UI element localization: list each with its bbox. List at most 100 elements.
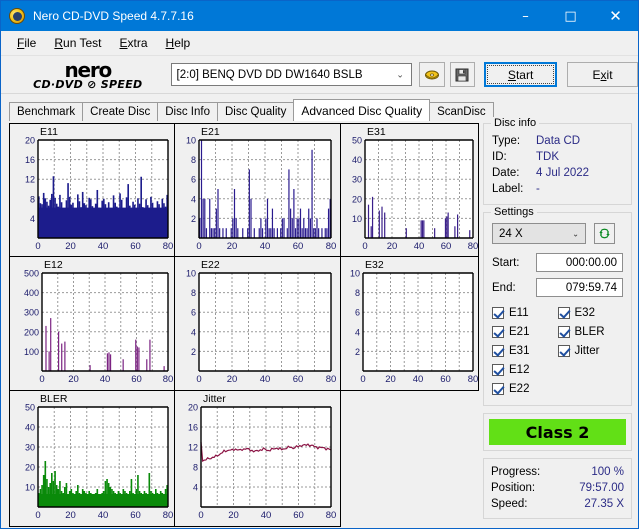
chart-e32: 2 4 6 8 10 0 20 40 60 80 — [350, 269, 478, 386]
checkbox-jitter[interactable]: Jitter — [557, 341, 624, 360]
tab-scandisc[interactable]: ScanDisc — [429, 102, 494, 121]
menu-run-test[interactable]: Run Test — [45, 33, 110, 53]
checkbox-bler[interactable]: BLER — [557, 322, 624, 341]
svg-text:40: 40 — [260, 374, 271, 385]
svg-text:40: 40 — [25, 423, 35, 433]
svg-text:8: 8 — [355, 288, 360, 298]
disc-eject-button[interactable] — [418, 62, 445, 87]
chart-panel-bler: BLER 10 20 30 40 50 0 20 40 60 80 — [9, 391, 175, 527]
checkbox-e22-label: E22 — [509, 382, 530, 395]
svg-text:60: 60 — [131, 374, 142, 385]
save-button[interactable] — [449, 62, 476, 87]
refresh-button[interactable] — [594, 223, 615, 244]
svg-text:0: 0 — [35, 241, 40, 252]
checkbox-e31-box[interactable] — [492, 344, 504, 357]
svg-text:6: 6 — [191, 308, 196, 318]
checkbox-e11[interactable]: E11 — [492, 303, 558, 322]
chart-panel-jitter: Jitter 4 8 12 16 20 0 20 40 60 80 — [175, 391, 341, 527]
svg-text:6: 6 — [355, 308, 360, 318]
svg-text:40: 40 — [260, 241, 271, 252]
checkbox-e32[interactable]: E32 — [557, 303, 624, 322]
svg-text:80: 80 — [326, 510, 337, 521]
svg-text:16: 16 — [25, 155, 35, 165]
end-position-input[interactable]: 079:59.74 — [536, 278, 623, 297]
checkbox-bler-box[interactable] — [557, 325, 570, 338]
checkbox-e31-label: E31 — [509, 344, 530, 357]
svg-text:50: 50 — [352, 136, 362, 146]
svg-text:80: 80 — [326, 241, 337, 252]
svg-text:20: 20 — [227, 241, 238, 252]
chart-title-e12: E12 — [44, 259, 63, 271]
speed-row-readout: Speed: 27.35 X — [491, 496, 624, 512]
checkbox-e32-box[interactable] — [557, 306, 570, 319]
svg-text:6: 6 — [191, 175, 196, 185]
svg-text:200: 200 — [24, 327, 39, 337]
chart-panel-e12: E12 100 200 300 400 500 0 20 40 60 80 — [9, 257, 175, 391]
checkbox-e31[interactable]: E31 — [492, 341, 558, 360]
checkbox-e22-box[interactable] — [492, 382, 504, 395]
disc-date-value: 4 Jul 2022 — [536, 167, 590, 179]
minimize-icon[interactable]: – — [503, 1, 548, 31]
error-type-checkboxes: E11 E21 E31 E12 E22 E32 BLER Jitter — [492, 303, 623, 398]
disc-type-value: Data CD — [536, 135, 581, 147]
progress-value: 100 % — [591, 466, 624, 478]
speed-select[interactable]: 24 X ⌄ — [492, 223, 586, 244]
tab-benchmark[interactable]: Benchmark — [9, 102, 84, 121]
end-position-row: End: 079:59.74 — [492, 278, 623, 297]
svg-text:60: 60 — [130, 241, 141, 252]
window-titlebar: Nero CD-DVD Speed 4.7.7.16 – □ ✕ — [1, 1, 638, 31]
checkbox-e12-box[interactable] — [492, 363, 504, 376]
checkbox-e11-label: E11 — [509, 306, 529, 319]
svg-text:4: 4 — [30, 214, 35, 224]
svg-text:0: 0 — [35, 510, 40, 521]
menu-extra[interactable]: Extra — [111, 33, 157, 53]
drive-select[interactable]: [2:0] BENQ DVD DD DW1640 BSLB ⌄ — [170, 63, 412, 86]
svg-text:30: 30 — [25, 443, 35, 453]
tab-disc-info[interactable]: Disc Info — [157, 102, 218, 121]
chart-panel-e11: E11 4 8 12 16 20 0 20 40 60 80 — [9, 123, 175, 257]
checkbox-e11-box[interactable] — [492, 306, 504, 319]
start-button[interactable]: Start — [484, 62, 558, 87]
progress-group: Progress: 100 % Position: 79:57.00 Speed… — [483, 458, 632, 519]
svg-text:0: 0 — [196, 241, 201, 252]
chart-jitter: 4 8 12 16 20 0 20 40 60 80 — [188, 403, 337, 522]
position-value: 79:57.00 — [579, 482, 624, 494]
close-icon[interactable]: ✕ — [593, 1, 638, 31]
checkbox-column-left: E11 E21 E31 E12 E22 — [492, 303, 558, 398]
svg-text:80: 80 — [163, 510, 174, 521]
progress-row: Progress: 100 % — [491, 464, 624, 480]
menu-file[interactable]: File — [8, 33, 45, 53]
window-title: Nero CD-DVD Speed 4.7.7.16 — [33, 9, 194, 23]
chart-row-1: E11 4 8 12 16 20 0 20 40 60 80 E21 2 4 6 8 10 0 20 40 60 80 … — [9, 123, 479, 257]
tab-create-disc[interactable]: Create Disc — [82, 102, 159, 121]
chart-e11: 4 8 12 16 20 0 20 40 60 80 — [25, 136, 173, 253]
checkbox-e12[interactable]: E12 — [492, 360, 558, 379]
tab-advanced-disc-quality[interactable]: Advanced Disc Quality — [293, 99, 431, 121]
chart-bler: 10 20 30 40 50 0 20 40 60 80 — [25, 403, 174, 522]
svg-text:0: 0 — [360, 374, 365, 385]
svg-text:12: 12 — [25, 175, 35, 185]
window-buttons: – □ ✕ — [503, 1, 638, 31]
chart-row-2: E12 100 200 300 400 500 0 20 40 60 80 E22 2 4 6 8 10 0 20… — [9, 257, 479, 391]
svg-text:8: 8 — [30, 194, 35, 204]
svg-text:0: 0 — [198, 510, 203, 521]
maximize-icon[interactable]: □ — [548, 1, 593, 31]
exit-button[interactable]: Exit — [567, 62, 638, 87]
speed-label: Speed: — [491, 498, 528, 510]
svg-text:10: 10 — [186, 269, 196, 279]
svg-text:500: 500 — [24, 269, 39, 279]
charts-area: E11 4 8 12 16 20 0 20 40 60 80 E21 2 4 6 8 10 0 20 40 60 80 … — [9, 123, 479, 527]
disc-info-row: ID: TDK — [492, 149, 623, 165]
class-group: Class 2 — [483, 413, 632, 451]
checkbox-e22[interactable]: E22 — [492, 379, 558, 398]
menu-help[interactable]: Help — [157, 33, 200, 53]
menu-run-test-label: un Test — [63, 36, 102, 50]
checkbox-jitter-box[interactable] — [557, 344, 570, 357]
start-position-input[interactable]: 000:00.00 — [536, 253, 623, 272]
toolbar: nero CD·DVD ⊘ SPEED [2:0] BENQ DVD DD DW… — [1, 56, 638, 94]
disc-info-row: Type: Data CD — [492, 133, 623, 149]
checkbox-e21[interactable]: E21 — [492, 322, 558, 341]
tab-disc-quality[interactable]: Disc Quality — [217, 102, 295, 121]
checkbox-e21-box[interactable] — [492, 325, 504, 338]
nero-logo-word: nero — [64, 57, 112, 82]
